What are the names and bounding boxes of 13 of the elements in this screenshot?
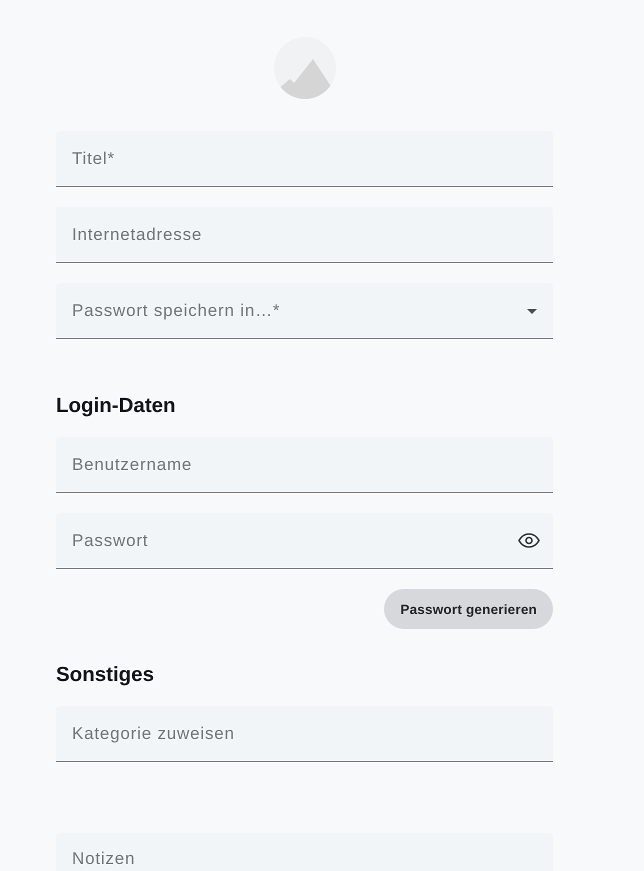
eye-icon[interactable] (518, 533, 540, 548)
input-field[interactable]: Kategorie zuweisen (56, 706, 553, 762)
section-heading: Sonstiges (56, 663, 154, 687)
image-placeholder-icon (274, 37, 336, 99)
notes-field[interactable]: Notizen (56, 833, 553, 871)
password-field[interactable]: Passwort (56, 513, 553, 569)
input-field[interactable]: Benutzername (56, 437, 553, 493)
dropdown-field[interactable]: Passwort speichern in…* (56, 283, 553, 339)
section-heading: Login-Daten (56, 394, 176, 418)
input-field[interactable]: Titel* (56, 131, 553, 187)
input-field[interactable]: Internetadresse (56, 207, 553, 263)
caret-icon (527, 309, 537, 314)
generate-password-button[interactable]: Passwort generieren (384, 589, 553, 629)
